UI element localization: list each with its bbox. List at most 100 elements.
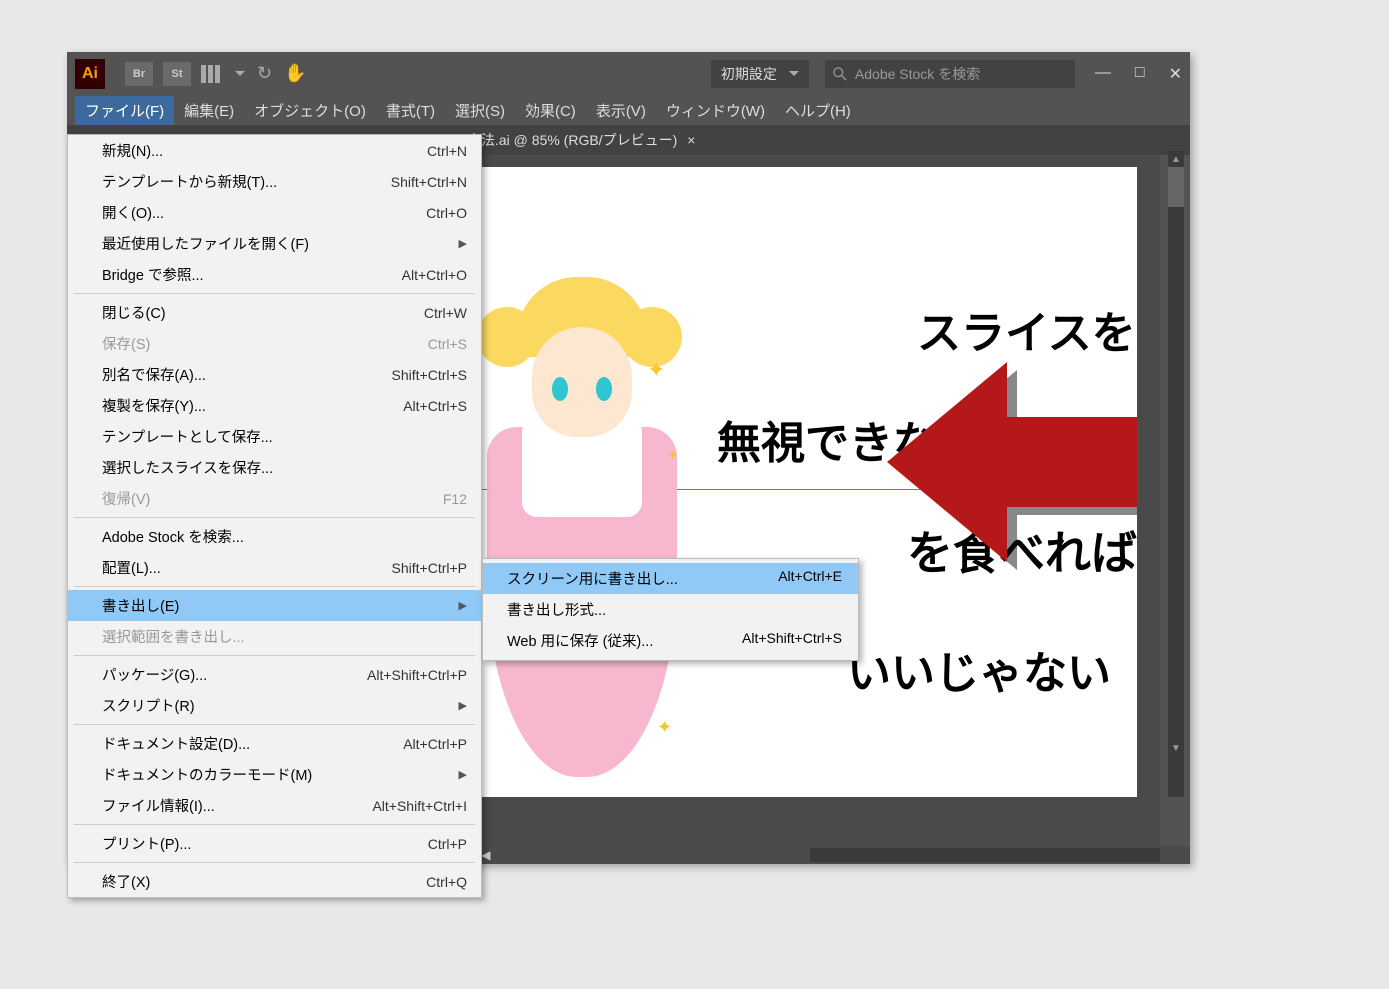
menu-item-label: 別名で保存(A)... — [102, 364, 392, 385]
menu-item[interactable]: 書き出し(E)▶ — [68, 590, 481, 621]
menu-item[interactable]: 閉じる(C)Ctrl+W — [68, 297, 481, 328]
menu-item-label: 終了(X) — [102, 871, 426, 892]
submenu-item[interactable]: スクリーン用に書き出し...Alt+Ctrl+E — [483, 563, 858, 594]
search-placeholder: Adobe Stock を検索 — [855, 64, 980, 84]
menu-item[interactable]: Bridge で参照...Alt+Ctrl+O — [68, 259, 481, 290]
menu-item[interactable]: 最近使用したファイルを開く(F)▶ — [68, 228, 481, 259]
menu-item-label: ドキュメント設定(D)... — [102, 733, 403, 754]
menu-item-label: 最近使用したファイルを開く(F) — [102, 233, 459, 254]
menu-type[interactable]: 書式(T) — [376, 96, 445, 125]
menu-item-label: 選択したスライスを保存... — [102, 457, 467, 478]
scroll-up-icon[interactable]: ▲ — [1168, 151, 1184, 167]
menu-help[interactable]: ヘルプ(H) — [775, 96, 861, 125]
workspace-dropdown[interactable]: 初期設定 — [711, 60, 809, 88]
nav-prev-icon[interactable]: ◀ — [481, 848, 490, 862]
menu-item: 選択範囲を書き出し... — [68, 621, 481, 652]
stock-icon[interactable]: St — [163, 62, 191, 86]
export-submenu: スクリーン用に書き出し...Alt+Ctrl+E 書き出し形式... Web 用に保… — [482, 558, 859, 661]
vertical-scrollbar[interactable] — [1168, 167, 1184, 797]
menu-item[interactable]: パッケージ(G)...Alt+Shift+Ctrl+P — [68, 659, 481, 690]
menu-shortcut: Shift+Ctrl+N — [391, 174, 467, 190]
menu-item-label: 複製を保存(Y)... — [102, 395, 403, 416]
touch-icon[interactable]: ✋ — [284, 63, 306, 84]
menu-item-label: Adobe Stock を検索... — [102, 526, 467, 547]
submenu-arrow-icon: ▶ — [459, 699, 467, 712]
menu-shortcut: Ctrl+O — [426, 205, 467, 221]
menu-shortcut: Alt+Ctrl+E — [778, 568, 842, 589]
window-controls: — □ ✕ — [1095, 64, 1182, 84]
menu-shortcut: Alt+Shift+Ctrl+I — [372, 798, 467, 814]
menu-item[interactable]: プリント(P)...Ctrl+P — [68, 828, 481, 859]
menu-effect[interactable]: 効果(C) — [515, 96, 586, 125]
menu-shortcut: Alt+Ctrl+O — [402, 267, 467, 283]
sparkle-icon: ✦ — [657, 717, 672, 738]
menu-item[interactable]: 終了(X)Ctrl+Q — [68, 866, 481, 897]
submenu-item-label: Web 用に保存 (従来)... — [507, 630, 742, 651]
scrollbar-thumb[interactable] — [1168, 167, 1184, 207]
menu-item[interactable]: 選択したスライスを保存... — [68, 452, 481, 483]
menu-window[interactable]: ウィンドウ(W) — [656, 96, 775, 125]
app-logo-icon: Ai — [75, 59, 105, 89]
menu-file[interactable]: ファイル(F) — [75, 96, 174, 125]
close-button[interactable]: ✕ — [1169, 64, 1182, 84]
workspace-label: 初期設定 — [721, 64, 777, 84]
horizontal-scrollbar[interactable] — [810, 848, 1160, 862]
menu-item: 保存(S)Ctrl+S — [68, 328, 481, 359]
canvas-text-4: いいじゃない — [847, 637, 1111, 701]
menu-item: 復帰(V)F12 — [68, 483, 481, 514]
menu-item[interactable]: 新規(N)...Ctrl+N — [68, 135, 481, 166]
menu-item[interactable]: ファイル情報(I)...Alt+Shift+Ctrl+I — [68, 790, 481, 821]
menu-item-label: 選択範囲を書き出し... — [102, 626, 467, 647]
menu-shortcut: Alt+Shift+Ctrl+P — [367, 667, 467, 683]
menu-separator — [74, 724, 475, 725]
menubar: ファイル(F) 編集(E) オブジェクト(O) 書式(T) 選択(S) 効果(C… — [67, 95, 1190, 125]
gpu-perf-icon[interactable]: ↻ — [257, 63, 272, 84]
submenu-arrow-icon: ▶ — [459, 237, 467, 250]
submenu-item[interactable]: Web 用に保存 (従来)...Alt+Shift+Ctrl+S — [483, 625, 858, 656]
submenu-item-label: スクリーン用に書き出し... — [507, 568, 778, 589]
bridge-icon[interactable]: Br — [125, 62, 153, 86]
menu-item-label: 復帰(V) — [102, 488, 443, 509]
scroll-down-icon[interactable]: ▼ — [1168, 740, 1184, 756]
menu-shortcut: Alt+Ctrl+P — [403, 736, 467, 752]
menu-separator — [74, 862, 475, 863]
menu-item[interactable]: ドキュメント設定(D)...Alt+Ctrl+P — [68, 728, 481, 759]
menu-edit[interactable]: 編集(E) — [174, 96, 244, 125]
chevron-down-icon — [789, 71, 799, 76]
menu-item-label: 書き出し(E) — [102, 595, 459, 616]
submenu-arrow-icon: ▶ — [459, 599, 467, 612]
menu-item[interactable]: 別名で保存(A)...Shift+Ctrl+S — [68, 359, 481, 390]
menu-object[interactable]: オブジェクト(O) — [244, 96, 376, 125]
menu-item[interactable]: 配置(L)...Shift+Ctrl+P — [68, 552, 481, 583]
menu-item-label: 新規(N)... — [102, 140, 427, 161]
minimize-button[interactable]: — — [1095, 64, 1111, 84]
menu-item[interactable]: 複製を保存(Y)...Alt+Ctrl+S — [68, 390, 481, 421]
menu-select[interactable]: 選択(S) — [445, 96, 515, 125]
menu-item-label: パッケージ(G)... — [102, 664, 367, 685]
menu-view[interactable]: 表示(V) — [586, 96, 656, 125]
titlebar: Ai Br St ↻ ✋ 初期設定 Adobe Stock を検索 — □ ✕ — [67, 52, 1190, 95]
chevron-down-icon — [235, 71, 245, 76]
menu-item[interactable]: スクリプト(R)▶ — [68, 690, 481, 721]
menu-item[interactable]: ドキュメントのカラーモード(M)▶ — [68, 759, 481, 790]
menu-item-label: 保存(S) — [102, 333, 428, 354]
menu-item-label: スクリプト(R) — [102, 695, 459, 716]
menu-shortcut: Ctrl+P — [428, 836, 467, 852]
menu-item-label: ドキュメントのカラーモード(M) — [102, 764, 459, 785]
menu-item[interactable]: テンプレートとして保存... — [68, 421, 481, 452]
arrange-documents-icon[interactable] — [201, 65, 245, 83]
menu-separator — [74, 293, 475, 294]
menu-item[interactable]: テンプレートから新規(T)...Shift+Ctrl+N — [68, 166, 481, 197]
submenu-item-label: 書き出し形式... — [507, 599, 842, 620]
close-tab-icon[interactable]: × — [687, 132, 695, 148]
menu-shortcut: Ctrl+N — [427, 143, 467, 159]
sparkle-icon: ✦ — [647, 357, 665, 383]
submenu-item[interactable]: 書き出し形式... — [483, 594, 858, 625]
maximize-button[interactable]: □ — [1135, 64, 1145, 84]
annotation-arrow-icon — [887, 362, 1137, 562]
menu-item-label: テンプレートから新規(T)... — [102, 171, 391, 192]
stock-search-input[interactable]: Adobe Stock を検索 — [825, 60, 1075, 88]
menu-item[interactable]: 開く(O)...Ctrl+O — [68, 197, 481, 228]
canvas-text-1: スライスを — [917, 297, 1136, 361]
menu-item[interactable]: Adobe Stock を検索... — [68, 521, 481, 552]
